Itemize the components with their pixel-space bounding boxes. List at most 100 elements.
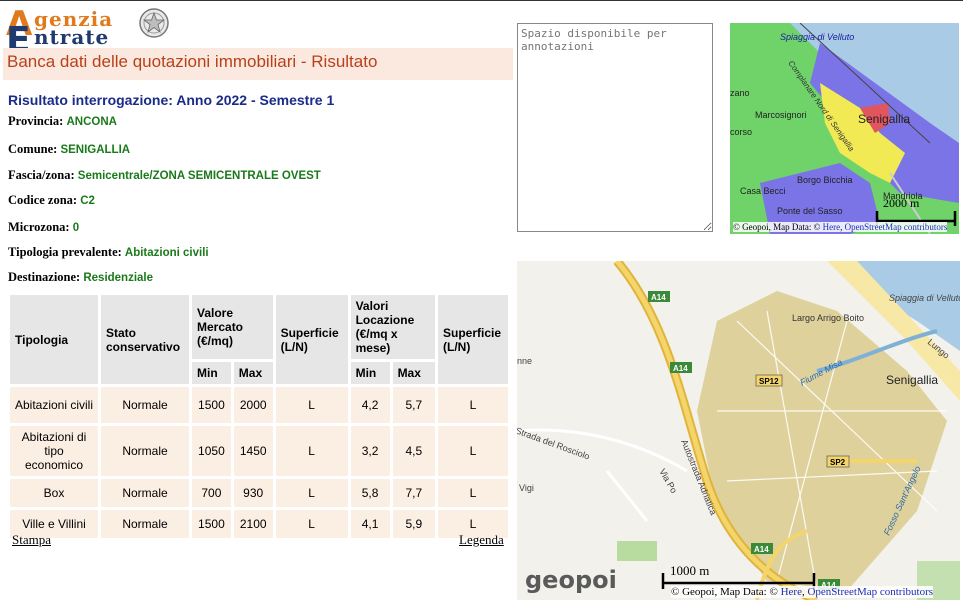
cell-superficie: L [275, 387, 348, 423]
cell-valore-min: 1050 [192, 426, 231, 476]
map-label: corso [730, 127, 752, 137]
field-value: ANCONA [66, 116, 117, 128]
road-shield-label: A14 [754, 545, 769, 554]
field-provincia: Provincia: ANCONA [8, 114, 117, 129]
cell-stato: Normale [101, 387, 189, 423]
cell-superficie: L [275, 426, 348, 476]
road-shield-label: A14 [651, 293, 666, 302]
cell-superficie: L [438, 426, 508, 476]
header-max: Max [392, 362, 435, 384]
field-value: C2 [80, 195, 95, 207]
field-label: Comune: [8, 142, 58, 156]
republic-emblem-icon [139, 8, 169, 38]
map-label: Senigallia [886, 373, 938, 387]
road-shield-label: SP2 [830, 458, 846, 467]
cell-locazione-min: 3,2 [350, 426, 390, 476]
attribution-here-link[interactable]: Here [823, 222, 841, 232]
cell-stato: Normale [101, 426, 189, 476]
stampa-link[interactable]: Stampa [12, 532, 51, 548]
cell-locazione-max: 5,7 [392, 387, 435, 423]
scale-label: 1000 m [670, 563, 710, 578]
table-row: Abitazioni civili Normale 1500 2000 L 4,… [10, 387, 508, 423]
cell-locazione-min: 4,1 [350, 510, 390, 538]
cell-locazione-max: 7,7 [392, 479, 435, 507]
field-value: Residenziale [83, 272, 154, 284]
cell-stato: Normale [101, 479, 189, 507]
road-shield-label: A14 [673, 364, 688, 373]
header-min: Min [192, 362, 231, 384]
geopoi-logo: geopoi [525, 566, 617, 594]
field-value: Semicentrale/ZONA SEMICENTRALE OVEST [77, 170, 321, 182]
attribution-text: © Geopoi, Map Data: © [671, 586, 781, 598]
legenda-link[interactable]: Legenda [459, 532, 504, 548]
map-attribution: © Geopoi, Map Data: © Here, OpenStreetMa… [733, 222, 948, 232]
top-border [0, 0, 963, 1]
field-tipologia-prevalente: Tipologia prevalente: Abitazioni civili [8, 245, 209, 260]
cell-stato: Normale [101, 510, 189, 538]
cell-valore-min: 1500 [192, 510, 231, 538]
map-label: Senigallia [858, 112, 910, 126]
cell-locazione-max: 5,9 [392, 510, 435, 538]
quotazioni-table: Tipologia Stato conservativo Valore Merc… [7, 292, 511, 541]
field-fascia-zona: Fascia/zona: Semicentrale/ZONA SEMICENTR… [8, 168, 321, 183]
field-codice-zona: Codice zona: C2 [8, 193, 95, 208]
field-label: Fascia/zona: [8, 168, 75, 182]
map-label: Vigi [519, 483, 534, 493]
map-label: Casa Becci [740, 186, 786, 196]
header-superficie: Superficie (L/N) [438, 295, 508, 384]
header-valori-locazione: Valori Locazione (€/mq x mese) [350, 295, 435, 359]
field-comune: Comune: SENIGALLIA [8, 142, 130, 157]
table-row: Abitazioni di tipo economico Normale 105… [10, 426, 508, 476]
cell-superficie: L [275, 479, 348, 507]
map-label: Largo Arrigo Boito [792, 313, 864, 323]
attribution-text: © Geopoi, Map Data: © [733, 222, 823, 232]
cell-superficie: L [438, 479, 508, 507]
field-label: Codice zona: [8, 193, 78, 207]
cell-superficie: L [438, 387, 508, 423]
cell-tipologia: Abitazioni di tipo economico [10, 426, 98, 476]
street-map-canvas: A14 A14 SP12 SP2 A14 A14 Spiaggia di Vel… [517, 261, 960, 600]
field-value: SENIGALLIA [60, 144, 131, 156]
field-value: Abitazioni civili [124, 247, 209, 259]
street-map[interactable]: A14 A14 SP12 SP2 A14 A14 Spiaggia di Vel… [517, 261, 960, 600]
map-attribution: © Geopoi, Map Data: © Here, OpenStreetMa… [671, 586, 934, 598]
header-superficie: Superficie (L/N) [275, 295, 348, 384]
header-stato: Stato conservativo [101, 295, 189, 384]
header-valore-mercato: Valore Mercato (€/mq) [192, 295, 273, 359]
page-title: Banca dati delle quotazioni immobiliari … [3, 48, 513, 80]
header-tipologia: Tipologia [10, 295, 98, 384]
cell-valore-min: 700 [192, 479, 231, 507]
cell-tipologia: Abitazioni civili [10, 387, 98, 423]
cell-valore-max: 2000 [233, 387, 273, 423]
attribution-osm-link[interactable]: OpenStreetMap contributors [845, 222, 948, 232]
cell-valore-max: 930 [233, 479, 273, 507]
road-shield-label: SP12 [759, 377, 779, 386]
logo-line-2: ntrate [34, 25, 110, 49]
attribution-here-link[interactable]: Here [781, 586, 802, 598]
field-microzona: Microzona: 0 [8, 220, 79, 235]
field-label: Destinazione: [8, 270, 81, 284]
annotations-textarea[interactable] [517, 23, 713, 232]
agenzia-entrate-logo[interactable]: A genzia E ntrate [4, 4, 174, 61]
zone-map-canvas: Spiaggia di Velluto Complanare Nord di S… [730, 23, 959, 234]
scale-label: 2000 m [883, 196, 920, 210]
map-label: Ponte del Sasso [777, 206, 843, 216]
field-destinazione: Destinazione: Residenziale [8, 270, 153, 285]
map-label: Spiaggia di Velluto [780, 32, 854, 42]
map-label: Borgo Bicchia [797, 175, 853, 185]
field-label: Microzona: [8, 220, 70, 234]
field-label: Provincia: [8, 114, 64, 128]
cell-locazione-min: 5,8 [350, 479, 390, 507]
cell-locazione-max: 4,5 [392, 426, 435, 476]
cell-valore-max: 1450 [233, 426, 273, 476]
zone-map[interactable]: Spiaggia di Velluto Complanare Nord di S… [730, 23, 959, 234]
map-label: zano [730, 88, 750, 98]
map-label: Spiaggia di Velluto [889, 293, 960, 303]
header-min: Min [350, 362, 390, 384]
map-label: nne [517, 356, 532, 366]
cell-superficie: L [275, 510, 348, 538]
attribution-osm-link[interactable]: OpenStreetMap contributors [807, 586, 933, 598]
cell-valore-min: 1500 [192, 387, 231, 423]
table-row: Ville e Villini Normale 1500 2100 L 4,1 … [10, 510, 508, 538]
cell-valore-max: 2100 [233, 510, 273, 538]
